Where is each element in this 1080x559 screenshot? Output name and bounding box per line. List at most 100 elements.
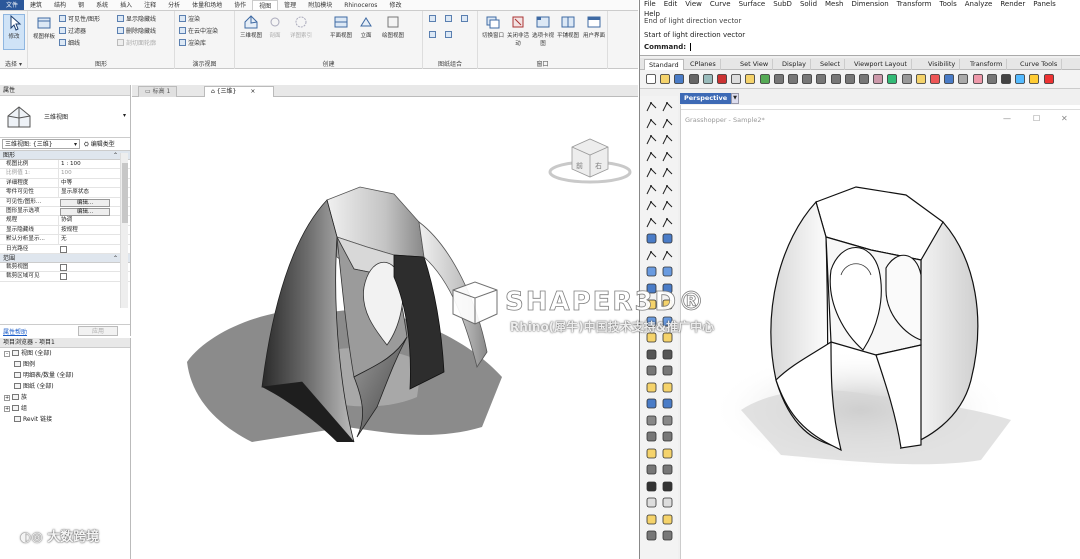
tree-item[interactable]: + 组 — [0, 403, 130, 414]
toolbar-tool-icon[interactable] — [787, 73, 799, 85]
viewcube-right-label[interactable]: 右 — [595, 161, 602, 170]
side-tool-icon[interactable] — [661, 513, 674, 526]
toolbar-tool-icon[interactable] — [744, 73, 756, 85]
property-value[interactable]: 1 : 100 — [58, 160, 116, 169]
toolbar-tool-icon[interactable] — [872, 73, 884, 85]
ribbon-tab-11[interactable]: 管理 — [278, 0, 302, 10]
rhino-menu-analyze[interactable]: Analyze — [965, 0, 993, 8]
edit-button[interactable]: 编辑... — [60, 198, 110, 207]
toolbar-tool-icon[interactable] — [915, 73, 927, 85]
properties-help-link[interactable]: 属性帮助 — [3, 327, 27, 336]
ribbon-tab-9[interactable]: 协作 — [228, 0, 252, 10]
rhino-menu-surface[interactable]: Surface — [739, 0, 766, 8]
toolbar-tool-icon[interactable] — [886, 73, 898, 85]
render-gallery-button[interactable]: 渲染库 — [179, 39, 206, 49]
tab-views-button[interactable]: 选项卡视图 — [532, 14, 554, 47]
tree-item[interactable]: + 族 — [0, 392, 130, 403]
edit-button[interactable]: 编辑... — [60, 207, 110, 216]
viewport-tab-perspective[interactable]: Perspective — [680, 93, 732, 104]
side-tool-icon[interactable] — [645, 414, 658, 427]
side-tool-icon[interactable] — [645, 513, 658, 526]
modify-button[interactable]: 修改 — [3, 14, 25, 50]
collapse-icon[interactable]: - — [4, 351, 10, 357]
rhino-menu-subd[interactable]: SubD — [773, 0, 792, 8]
drafting-view-button[interactable]: 绘图视图 — [382, 14, 404, 39]
side-tool-icon[interactable] — [661, 117, 674, 130]
side-tool-icon[interactable] — [661, 133, 674, 146]
rhino-menu-tools[interactable]: Tools — [940, 0, 957, 8]
property-checkbox[interactable] — [60, 245, 67, 253]
ribbon-tab-8[interactable]: 体量和场地 — [186, 0, 228, 10]
edit-type-button[interactable]: ⛭ 编辑类型 — [84, 140, 115, 149]
side-tool-icon[interactable] — [645, 265, 658, 278]
side-tool-icon[interactable] — [645, 397, 658, 410]
property-value[interactable]: 显示原状态 — [58, 188, 116, 198]
rhino-tab-visibility[interactable]: Visibility — [924, 59, 961, 70]
side-tool-icon[interactable] — [645, 100, 658, 113]
side-tool-icon[interactable] — [661, 381, 674, 394]
side-tool-icon[interactable] — [645, 216, 658, 229]
side-tool-icon[interactable] — [645, 496, 658, 509]
visibility-graphics-button[interactable]: 可见性/图形 — [59, 15, 100, 25]
property-value[interactable]: 协调 — [58, 216, 116, 226]
revisions-button[interactable] — [429, 31, 438, 41]
close-inactive-button[interactable]: 关闭非活动 — [507, 14, 529, 47]
side-tool-icon[interactable] — [661, 397, 674, 410]
remove-hidden-lines-button[interactable]: 删除隐藏线 — [117, 27, 156, 37]
section-button[interactable]: 剖面 — [264, 14, 286, 39]
ribbon-tab-3[interactable]: 钢 — [72, 0, 90, 10]
toolbar-tool-icon[interactable] — [1000, 73, 1012, 85]
rhino-tab-standard[interactable]: Standard — [644, 59, 684, 70]
toolbar-tool-icon[interactable] — [1043, 73, 1055, 85]
ribbon-tab-0[interactable]: 文件 — [0, 0, 25, 10]
properties-scrollbar[interactable] — [120, 153, 128, 308]
side-tool-icon[interactable] — [645, 529, 658, 542]
side-tool-icon[interactable] — [661, 232, 674, 245]
ribbon-tab-12[interactable]: 附加模块 — [302, 0, 338, 10]
viewcube-front-label[interactable]: 前 — [576, 161, 583, 170]
collapse-icon[interactable]: ⌃ — [113, 254, 118, 263]
side-tool-icon[interactable] — [645, 364, 658, 377]
toolbar-tool-icon[interactable] — [773, 73, 785, 85]
property-checkbox[interactable] — [60, 273, 67, 281]
toolbar-tool-icon[interactable] — [759, 73, 771, 85]
side-tool-icon[interactable] — [645, 232, 658, 245]
side-tool-icon[interactable] — [661, 249, 674, 262]
doc-tab-3d[interactable]: ⌂ {三维} × — [204, 86, 274, 97]
rhino-menu-mesh[interactable]: Mesh — [825, 0, 843, 8]
plan-views-button[interactable]: 平面视图 — [330, 14, 352, 39]
side-tool-icon[interactable] — [661, 199, 674, 212]
side-tool-icon[interactable] — [661, 216, 674, 229]
rhino-tab-cplanes[interactable]: CPlanes — [686, 59, 721, 70]
view-instance-dropdown[interactable]: 三维视图: {三维} ▾ — [2, 139, 80, 149]
expand-icon[interactable]: + — [4, 395, 10, 401]
rhino-menu-panels[interactable]: Panels — [1033, 0, 1056, 8]
rhino-tab-display[interactable]: Display — [778, 59, 811, 70]
toolbar-tool-icon[interactable] — [716, 73, 728, 85]
filters-button[interactable]: 过滤器 — [59, 27, 86, 37]
ribbon-tab-7[interactable]: 分析 — [162, 0, 186, 10]
side-tool-icon[interactable] — [661, 414, 674, 427]
side-tool-icon[interactable] — [661, 529, 674, 542]
apply-button[interactable]: 应用 — [78, 326, 118, 336]
side-tool-icon[interactable] — [645, 430, 658, 443]
side-tool-icon[interactable] — [661, 166, 674, 179]
3d-view-button[interactable]: 三维视图 — [240, 14, 262, 39]
tree-item[interactable]: 明细表/数量 (全部) — [0, 370, 130, 381]
tile-views-button[interactable]: 平铺视图 — [557, 14, 579, 39]
side-tool-icon[interactable] — [645, 463, 658, 476]
side-tool-icon[interactable] — [661, 150, 674, 163]
rhino-menu-edit[interactable]: Edit — [664, 0, 678, 8]
side-tool-icon[interactable] — [645, 447, 658, 460]
side-tool-icon[interactable] — [661, 480, 674, 493]
tree-item[interactable]: 图例 — [0, 359, 130, 370]
side-tool-icon[interactable] — [645, 480, 658, 493]
property-value[interactable]: 按规程 — [58, 225, 116, 235]
command-line[interactable]: Command: — [644, 43, 694, 51]
elevation-button[interactable]: 立面 — [355, 14, 377, 39]
toolbar-tool-icon[interactable] — [1028, 73, 1040, 85]
ribbon-tab-10[interactable]: 视图 — [252, 0, 279, 10]
scrollbar-thumb[interactable] — [122, 163, 128, 223]
toolbar-tool-icon[interactable] — [972, 73, 984, 85]
render-button[interactable]: 渲染 — [179, 15, 200, 25]
